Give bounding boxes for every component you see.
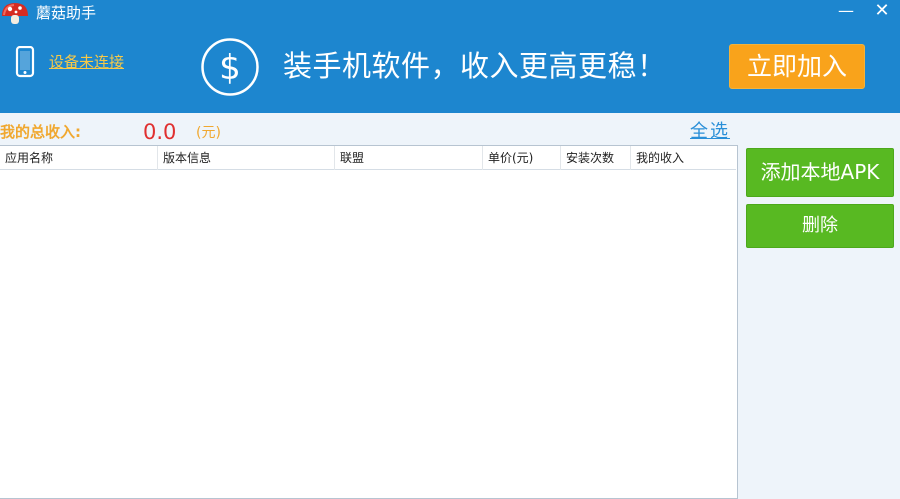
banner-slogan: 装手机软件，收入更高更稳！ — [283, 49, 667, 83]
select-all-link[interactable]: 全选 — [690, 121, 730, 143]
income-unit: (元) — [196, 125, 221, 141]
app-header: 蘑菇助手 — ✕ 设备未连接 $ 装手机软件，收入更高更稳！ 立即加入 — [0, 0, 900, 113]
add-local-apk-button[interactable]: 添加本地APK — [746, 148, 894, 197]
column-header-app-name[interactable]: 应用名称 — [0, 146, 158, 170]
total-income-label: 我的总收入: — [0, 123, 81, 141]
table-header: 应用名称 版本信息 联盟 单价(元) 安装次数 我的收入 — [0, 146, 736, 170]
join-now-button[interactable]: 立即加入 — [729, 44, 865, 89]
column-header-my-income[interactable]: 我的收入 — [631, 146, 728, 170]
total-income-value: 0.0 — [143, 120, 177, 144]
column-header-unit-price[interactable]: 单价(元) — [483, 146, 561, 170]
app-list-table[interactable]: 应用名称 版本信息 联盟 单价(元) 安装次数 我的收入 — [0, 145, 738, 499]
column-header-version[interactable]: 版本信息 — [158, 146, 335, 170]
title-bar[interactable]: 蘑菇助手 — ✕ — [0, 0, 900, 26]
close-button[interactable]: ✕ — [864, 0, 900, 24]
mushroom-logo-icon — [2, 3, 28, 24]
svg-text:$: $ — [219, 48, 241, 88]
app-title: 蘑菇助手 — [36, 4, 97, 22]
phone-icon — [15, 46, 35, 78]
delete-button[interactable]: 删除 — [746, 204, 894, 248]
table-body[interactable] — [0, 171, 736, 498]
column-header-alliance[interactable]: 联盟 — [335, 146, 483, 170]
dollar-circle-icon: $ — [201, 38, 259, 96]
column-header-install-count[interactable]: 安装次数 — [561, 146, 631, 170]
minimize-button[interactable]: — — [828, 0, 864, 24]
device-status-link[interactable]: 设备未连接 — [49, 52, 124, 72]
